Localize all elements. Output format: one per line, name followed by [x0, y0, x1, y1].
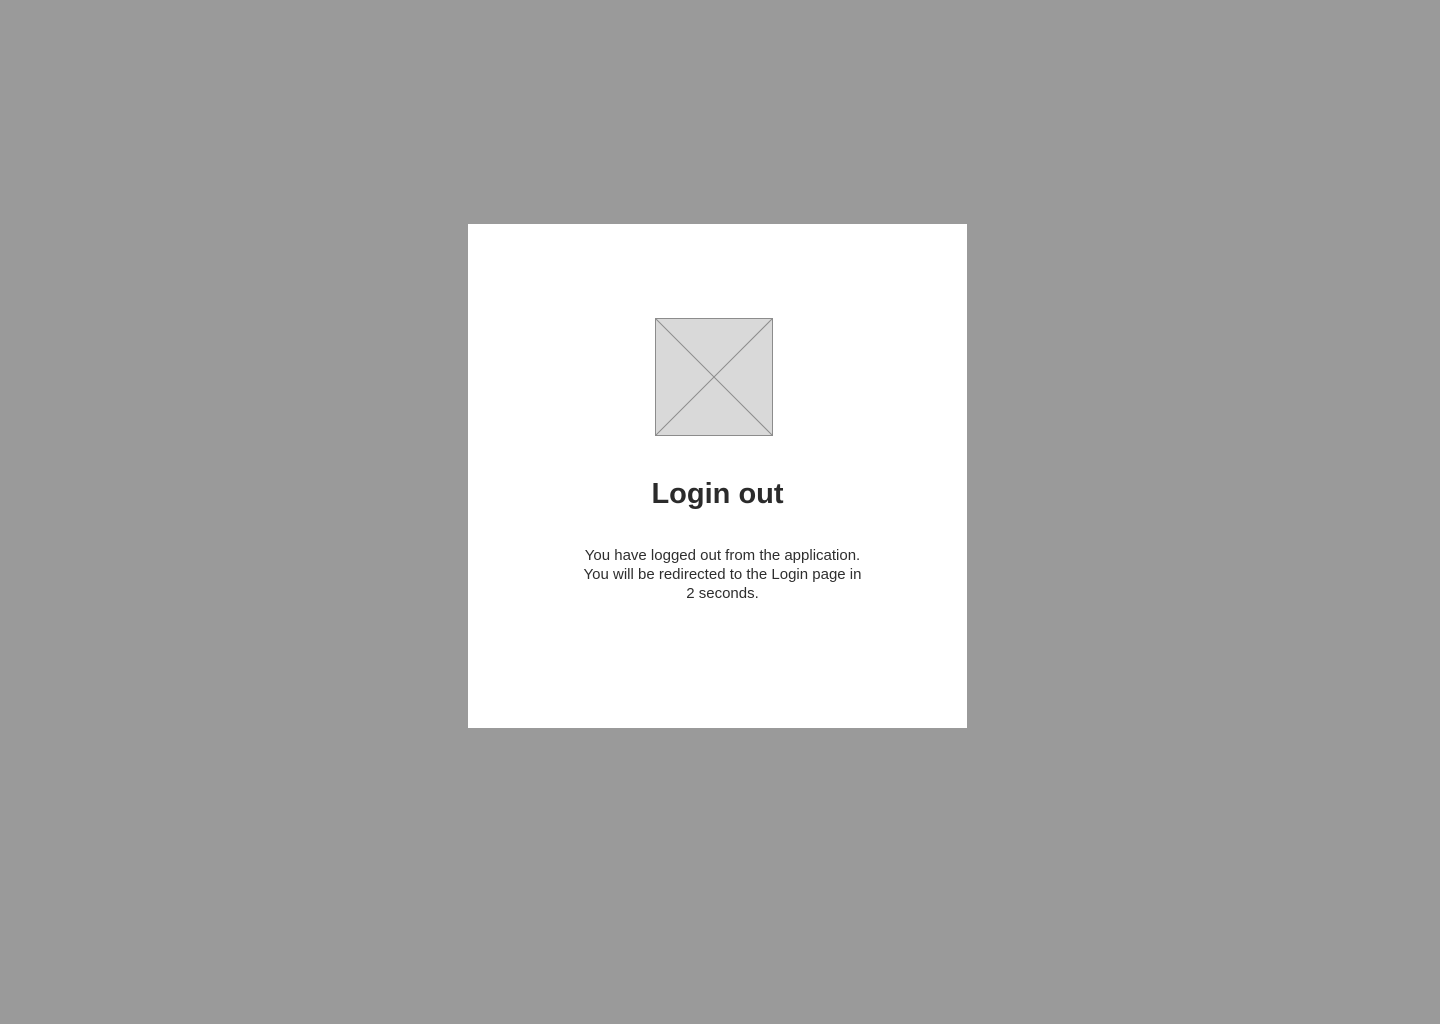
logout-message: You have logged out from the application…	[570, 546, 875, 603]
message-line: You will be redirected to the Login page…	[583, 566, 862, 583]
message-line: You have logged out from the application…	[584, 547, 861, 564]
logout-dialog: Login out You have logged out from the a…	[468, 224, 967, 728]
image-placeholder-icon	[655, 318, 773, 436]
dialog-title: Login out	[651, 478, 784, 510]
message-line: 2 seconds.	[686, 585, 759, 602]
